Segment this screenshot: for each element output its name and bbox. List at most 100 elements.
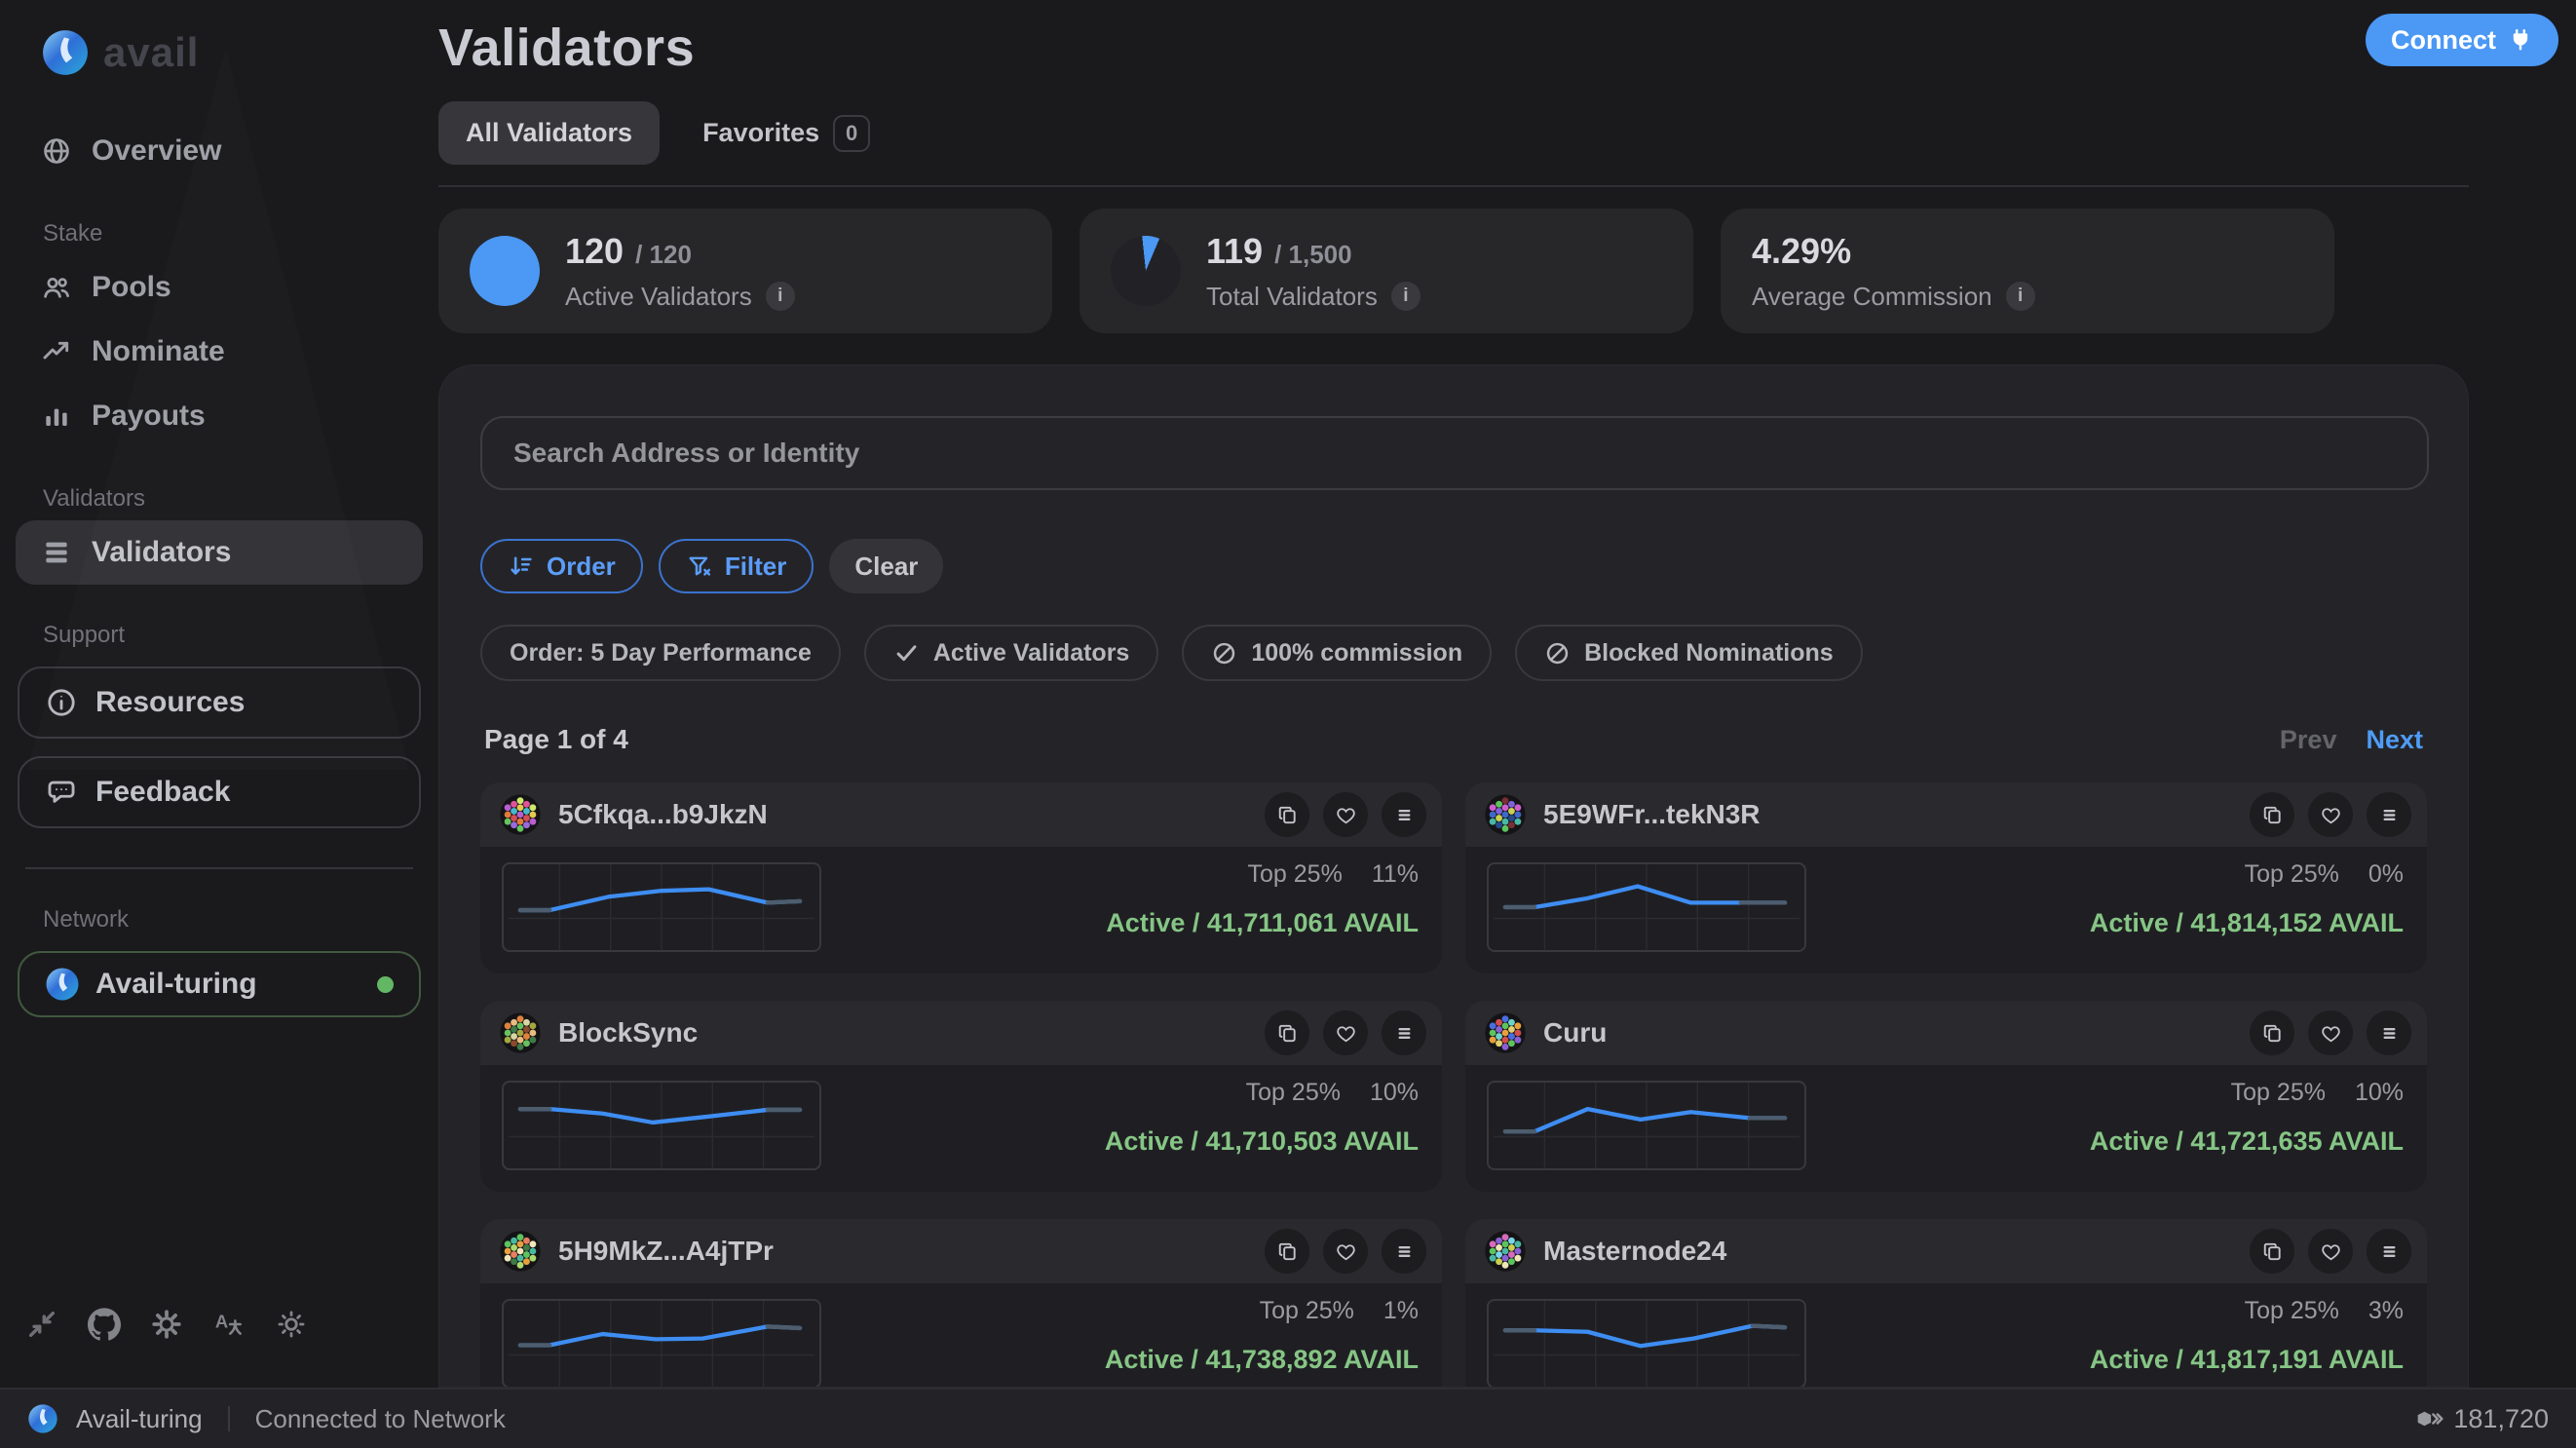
validators-panel: Order Filter Clear Order: 5 Day Performa… <box>438 364 2469 1388</box>
check-icon <box>893 640 920 667</box>
sidebar-item-payouts[interactable]: Payouts <box>16 384 423 448</box>
validator-name: Masternode24 <box>1543 1236 1726 1267</box>
filter-icon <box>686 553 713 580</box>
rank-label: Top 25% <box>2231 1079 2326 1106</box>
info-icon[interactable]: i <box>2006 282 2035 311</box>
card-menu-button[interactable] <box>1382 792 1426 837</box>
favorite-button[interactable] <box>2308 792 2353 837</box>
main-content: Validators Connect All Validators Favori… <box>438 0 2576 1388</box>
order-label: Order <box>547 552 616 582</box>
toolbar: Order Filter Clear <box>480 539 943 593</box>
card-menu-button[interactable] <box>2367 1010 2411 1055</box>
validator-stake-status: Active / 41,710,503 AVAIL <box>1105 1126 1419 1157</box>
copy-address-button[interactable] <box>1265 792 1309 837</box>
validator-stake-status: Active / 41,817,191 AVAIL <box>2090 1345 2404 1375</box>
favorite-button[interactable] <box>1323 1229 1368 1274</box>
stat-denominator: / 120 <box>635 240 692 270</box>
validator-card-header: Masternode24 <box>1465 1219 2427 1283</box>
card-menu-button[interactable] <box>2367 1229 2411 1274</box>
github-icon <box>88 1308 121 1341</box>
info-icon[interactable]: i <box>766 282 795 311</box>
network-selector[interactable]: Avail-turing <box>18 951 421 1017</box>
era-points: 10% <box>1370 1079 1419 1106</box>
favorite-button[interactable] <box>1323 1010 1368 1055</box>
rank-label: Top 25% <box>2245 860 2339 888</box>
performance-sparkline <box>502 862 821 952</box>
active-validators-pie <box>470 236 540 306</box>
copy-address-button[interactable] <box>2250 1010 2294 1055</box>
clear-button[interactable]: Clear <box>829 539 943 593</box>
chip-100-commission[interactable]: 100% commission <box>1182 625 1492 681</box>
heart-icon <box>2320 804 2342 826</box>
language-button[interactable] <box>212 1308 246 1341</box>
sidebar-item-overview[interactable]: Overview <box>16 119 423 183</box>
validator-name: BlockSync <box>558 1017 698 1048</box>
search-input[interactable] <box>480 416 2429 490</box>
copy-address-button[interactable] <box>2250 1229 2294 1274</box>
validator-card-header: 5Cfkqa...b9JkzN <box>480 782 1442 847</box>
validator-card: Masternode24 Top 25%3% Active / 41,817,1… <box>1465 1219 2427 1388</box>
validator-stake-status: Active / 41,814,152 AVAIL <box>2090 908 2404 938</box>
feedback-button[interactable]: Feedback <box>18 756 421 828</box>
validator-card-body: Top 25%1% Active / 41,738,892 AVAIL <box>480 1283 1442 1388</box>
favorite-button[interactable] <box>1323 792 1368 837</box>
sidebar-item-label: Nominate <box>92 335 225 368</box>
menu-icon <box>2378 1022 2401 1045</box>
theme-toggle-button[interactable] <box>275 1308 308 1341</box>
chip-blocked-nominations[interactable]: Blocked Nominations <box>1515 625 1863 681</box>
menu-icon <box>1393 1240 1416 1263</box>
card-actions <box>2250 792 2411 837</box>
tab-favorites[interactable]: Favorites 0 <box>702 115 870 152</box>
block-height: 181,720 <box>2416 1404 2549 1434</box>
stat-value: 4.29% <box>1752 231 1851 272</box>
card-actions <box>1265 1010 1426 1055</box>
card-actions <box>1265 1229 1426 1274</box>
card-menu-button[interactable] <box>1382 1010 1426 1055</box>
order-button[interactable]: Order <box>480 539 643 593</box>
sidebar-item-validators[interactable]: Validators <box>16 520 423 585</box>
github-button[interactable] <box>88 1308 121 1341</box>
block-icon <box>2416 1405 2443 1432</box>
favorite-button[interactable] <box>2308 1229 2353 1274</box>
resources-label: Resources <box>95 686 245 719</box>
chip-order-5-day-performance[interactable]: Order: 5 Day Performance <box>480 625 841 681</box>
collapse-sidebar-button[interactable] <box>25 1308 58 1341</box>
stat-card-average-commission: 4.29% Average Commission i <box>1721 209 2334 333</box>
chip-active-validators[interactable]: Active Validators <box>864 625 1158 681</box>
connect-button[interactable]: Connect <box>2366 14 2558 66</box>
prev-page-link[interactable]: Prev <box>2280 725 2337 755</box>
filter-label: Filter <box>725 552 787 582</box>
settings-button[interactable] <box>150 1308 183 1341</box>
next-page-link[interactable]: Next <box>2366 725 2423 755</box>
copy-address-button[interactable] <box>1265 1229 1309 1274</box>
validator-card: Curu Top 25%10% Active / 41,721,635 AVAI… <box>1465 1001 2427 1192</box>
validator-identicon <box>500 1231 541 1272</box>
favorite-button[interactable] <box>2308 1010 2353 1055</box>
stat-label: Average Commission <box>1752 282 1992 312</box>
copy-address-button[interactable] <box>2250 792 2294 837</box>
stat-value: 120 <box>565 231 624 272</box>
ban-icon <box>1211 640 1237 667</box>
era-points: 1% <box>1383 1297 1419 1324</box>
info-icon[interactable]: i <box>1391 282 1421 311</box>
filter-button[interactable]: Filter <box>659 539 814 593</box>
heart-icon <box>1335 804 1357 826</box>
validator-identicon <box>500 794 541 835</box>
tab-all-validators[interactable]: All Validators <box>438 101 660 165</box>
card-menu-button[interactable] <box>1382 1229 1426 1274</box>
validator-card-body: Top 25%3% Active / 41,817,191 AVAIL <box>1465 1283 2427 1388</box>
info-icon <box>45 686 78 719</box>
section-label-stake: Stake <box>43 220 438 248</box>
card-actions <box>1265 792 1426 837</box>
resources-button[interactable]: Resources <box>18 667 421 739</box>
brand[interactable]: avail <box>41 25 438 80</box>
era-points: 0% <box>2368 860 2404 888</box>
sidebar-item-nominate[interactable]: Nominate <box>16 320 423 384</box>
copy-address-button[interactable] <box>1265 1010 1309 1055</box>
sidebar-item-label: Validators <box>92 536 231 569</box>
clear-label: Clear <box>854 552 918 582</box>
sidebar-item-pools[interactable]: Pools <box>16 255 423 320</box>
validator-card-body: Top 25% 0% Active / 41,814,152 AVAIL <box>1465 847 2427 973</box>
stat-value: 119 <box>1206 231 1263 272</box>
card-menu-button[interactable] <box>2367 792 2411 837</box>
